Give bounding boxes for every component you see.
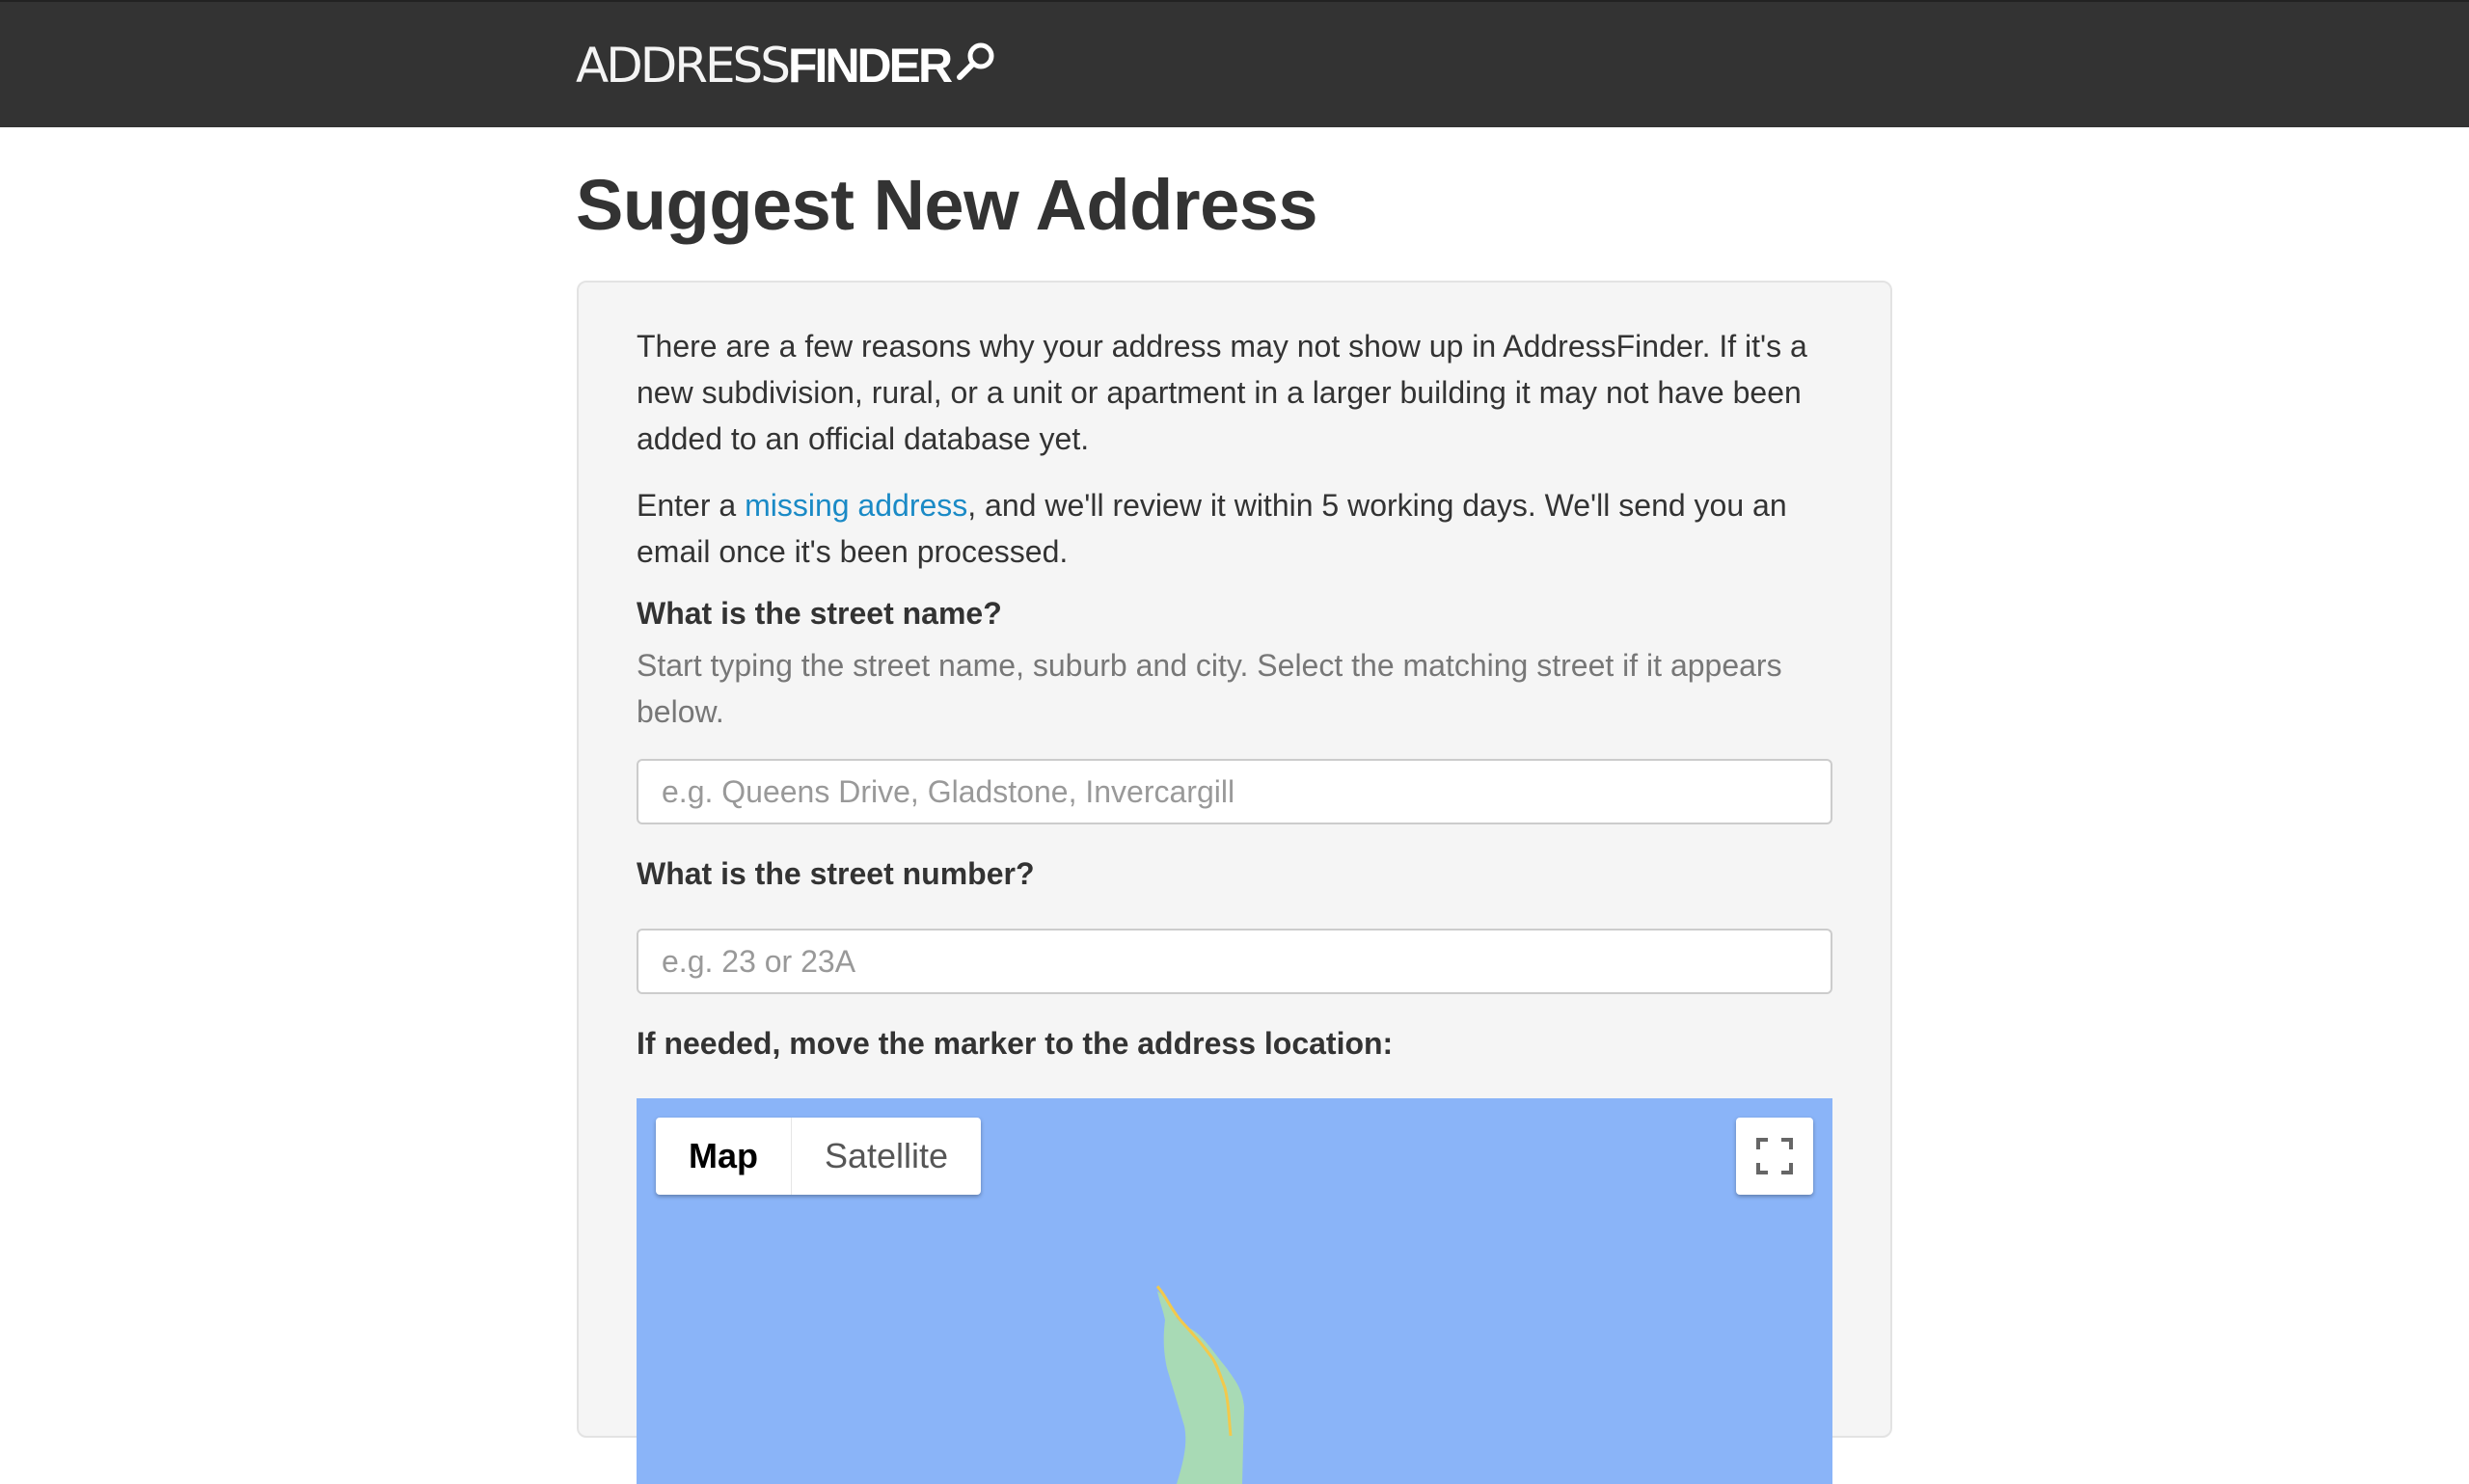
street-name-input[interactable]: [637, 759, 1832, 824]
fullscreen-icon: [1756, 1138, 1793, 1174]
street-number-label: What is the street number?: [637, 856, 1035, 891]
missing-address-link[interactable]: missing address: [745, 488, 967, 523]
street-name-label: What is the street name?: [637, 596, 1002, 631]
logo-bold-text: FINDER: [788, 39, 953, 93]
instructions-text-before: Enter a: [637, 488, 746, 523]
suggest-address-panel: There are a few reasons why your address…: [577, 281, 1892, 1484]
intro-paragraph: There are a few reasons why your address…: [637, 329, 1807, 456]
addressfinder-logo[interactable]: ADDRESS FINDER: [576, 39, 996, 93]
top-navbar: ADDRESS FINDER: [0, 0, 2469, 127]
instructions-paragraph: Enter a missing address, and we'll revie…: [637, 482, 1832, 575]
street-name-help-text: Start typing the street name, suburb and…: [637, 648, 1782, 729]
logo-light-text: ADDRESS: [576, 38, 791, 94]
map-instruction-label: If needed, move the marker to the addres…: [637, 1026, 1394, 1061]
map-type-control: Map Satellite: [656, 1118, 982, 1195]
location-map[interactable]: Map Satellite: [637, 1098, 1832, 1484]
page-title: Suggest New Address: [576, 165, 1318, 245]
fullscreen-button[interactable]: [1736, 1118, 1813, 1195]
magnifier-icon: [957, 42, 994, 80]
street-number-input[interactable]: [637, 929, 1832, 994]
map-type-map-button[interactable]: Map: [656, 1118, 791, 1195]
map-type-satellite-button[interactable]: Satellite: [791, 1118, 981, 1195]
